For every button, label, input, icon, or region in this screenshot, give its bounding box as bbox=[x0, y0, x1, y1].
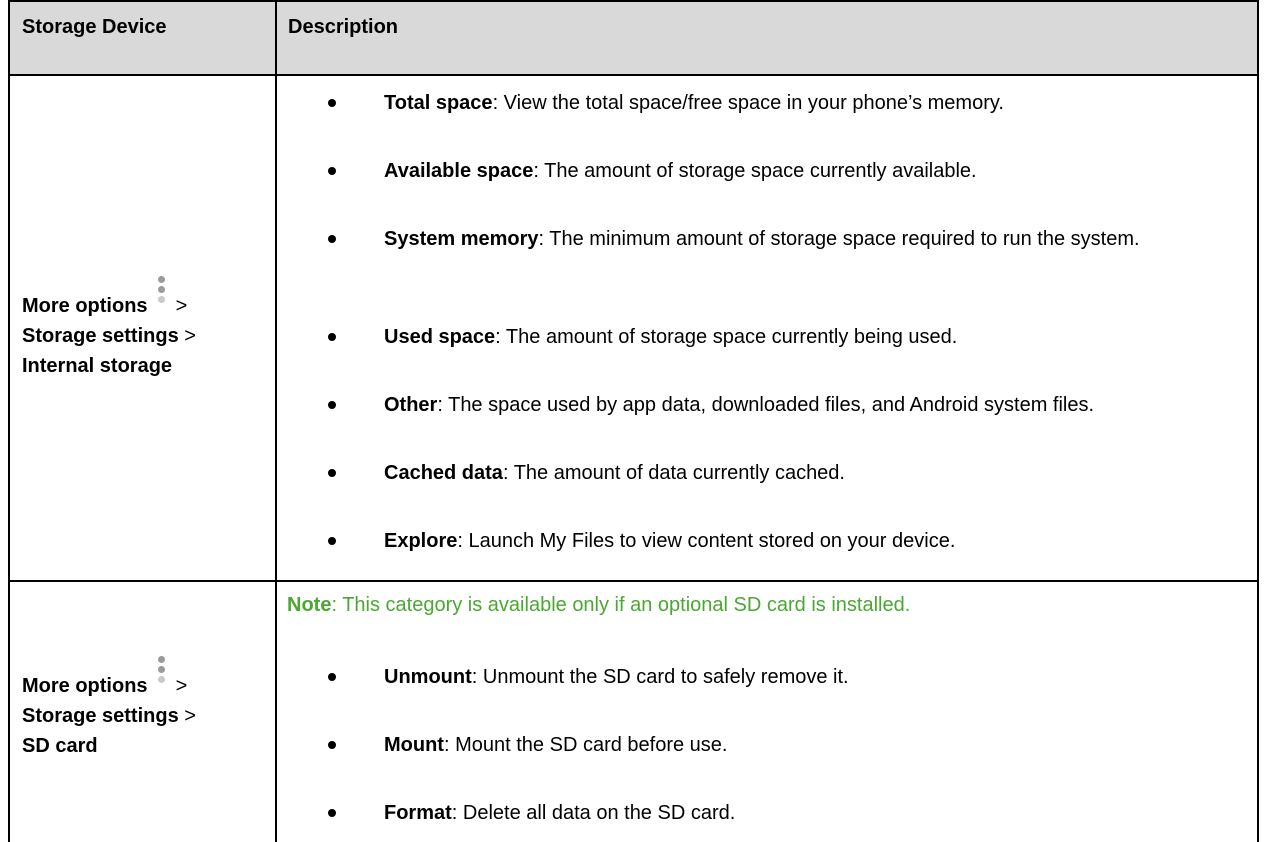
list-item: Mount: Mount the SD card before use. bbox=[326, 730, 1244, 760]
more-options-text: More options bbox=[22, 675, 148, 697]
internal-storage-text: Internal storage bbox=[22, 355, 173, 377]
column-header-storage-device: Storage Device bbox=[22, 16, 167, 38]
more-options-text: More options bbox=[22, 295, 148, 317]
separator: > bbox=[184, 325, 196, 347]
list-item: Explore: Launch My Files to view content… bbox=[326, 526, 1244, 556]
list-item: Other: The space used by app data, downl… bbox=[326, 390, 1164, 420]
sd-card-note: Note: This category is available only if… bbox=[287, 594, 910, 617]
list-item: Unmount: Unmount the SD card to safely r… bbox=[326, 662, 1244, 692]
sd-card-text: SD card bbox=[22, 735, 98, 757]
row-sd-card-label: More options > Storage settings > SD car… bbox=[22, 656, 262, 761]
row-internal-storage-label: More options > Storage settings > Intern… bbox=[22, 276, 262, 381]
list-item: Cached data: The amount of data currentl… bbox=[326, 458, 1244, 488]
border-header-bottom bbox=[8, 74, 1259, 76]
table-header-row bbox=[8, 0, 1259, 75]
list-item: Available space: The amount of storage s… bbox=[326, 156, 1244, 186]
separator: > bbox=[184, 705, 196, 727]
storage-settings-text: Storage settings bbox=[22, 705, 179, 727]
list-item: Format: Delete all data on the SD card. bbox=[326, 798, 1244, 828]
storage-settings-text: Storage settings bbox=[22, 325, 179, 347]
border-top bbox=[8, 0, 1259, 2]
note-label: Note bbox=[287, 594, 332, 616]
list-item: Used space: The amount of storage space … bbox=[326, 322, 1244, 352]
more-options-icon bbox=[154, 276, 168, 316]
border-row-divider bbox=[8, 580, 1259, 582]
column-header-description: Description bbox=[288, 16, 399, 38]
border-left bbox=[8, 0, 10, 842]
note-text: : This category is available only if an … bbox=[331, 594, 911, 616]
separator: > bbox=[175, 295, 188, 317]
list-item: System memory: The minimum amount of sto… bbox=[326, 224, 1244, 254]
storage-table: Storage Device Description More options … bbox=[8, 0, 1259, 842]
list-item: Total space: View the total space/free s… bbox=[326, 88, 1244, 118]
more-options-icon bbox=[154, 656, 168, 696]
border-column-divider bbox=[275, 0, 277, 842]
separator: > bbox=[175, 675, 188, 697]
border-right bbox=[1257, 0, 1259, 842]
